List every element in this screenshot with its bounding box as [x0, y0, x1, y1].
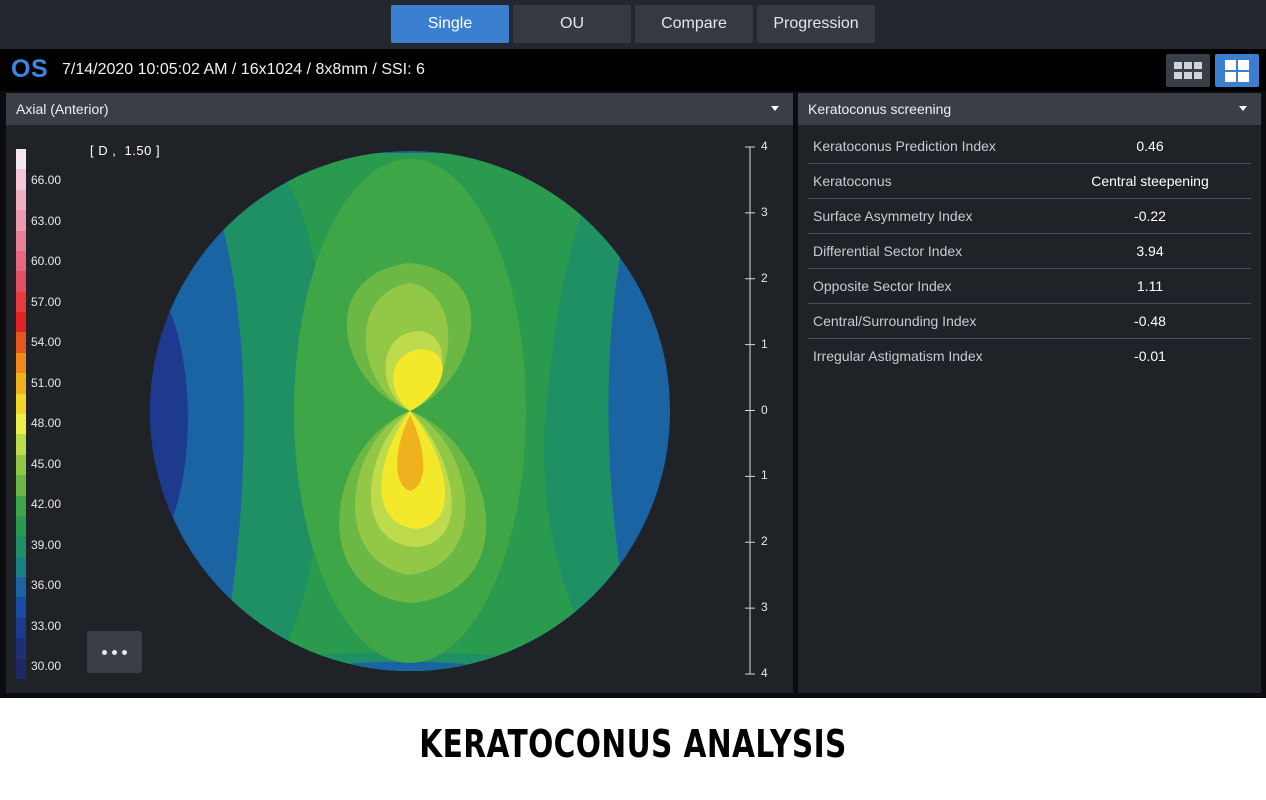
tab-compare[interactable]: Compare [635, 5, 753, 43]
table-row: Keratoconus Central steepening [808, 164, 1251, 199]
table-row: Keratoconus Prediction Index 0.46 [808, 129, 1251, 164]
eye-label: OS [11, 55, 49, 83]
app-window: Single OU Compare Progression OS 7/14/20… [0, 0, 1266, 698]
layout-quad-button[interactable] [1215, 54, 1259, 87]
table-row: Surface Asymmetry Index -0.22 [808, 199, 1251, 234]
index-name: Opposite Sector Index [813, 278, 952, 294]
analysis-type-dropdown[interactable]: Keratoconus screening [798, 93, 1261, 125]
index-value: 0.46 [1136, 138, 1164, 154]
page-caption: KERATOCONUS ANALYSIS [419, 722, 847, 766]
table-row: Differential Sector Index 3.94 [808, 234, 1251, 269]
topography-panel: Axial (Anterior) 66.00 63.00 60.00 57.00 54.… [6, 93, 793, 693]
ruler-tick-label: 2 [761, 270, 768, 285]
tab-ou[interactable]: OU [513, 5, 631, 43]
more-options-button[interactable] [87, 631, 142, 673]
scan-details: 7/14/2020 10:05:02 AM / 16x1024 / 8x8mm … [62, 61, 425, 78]
mode-tab-bar: Single OU Compare Progression [0, 0, 1266, 49]
chevron-down-icon [1239, 106, 1247, 111]
index-value: -0.22 [1134, 208, 1166, 224]
ruler-tick-label: 1 [761, 336, 768, 351]
table-row: Central/Surrounding Index -0.48 [808, 304, 1251, 339]
index-value: -0.01 [1134, 348, 1166, 364]
index-name: Keratoconus [813, 173, 892, 189]
index-value: 1.11 [1136, 278, 1164, 294]
grid-2x2-icon [1225, 59, 1249, 82]
index-value: -0.48 [1134, 313, 1166, 329]
index-name: Differential Sector Index [813, 243, 963, 259]
layout-grid-button[interactable] [1166, 54, 1210, 87]
ruler-tick-label: 4 [761, 666, 768, 680]
screening-table: Keratoconus Prediction Index 0.46 Kerato… [808, 129, 1251, 373]
index-value: 3.94 [1136, 243, 1164, 259]
grid-3x2-icon [1174, 61, 1202, 79]
ruler-tick-label: 1 [761, 468, 768, 483]
ruler-tick-label: 4 [761, 139, 768, 153]
index-name: Central/Surrounding Index [813, 313, 977, 329]
scan-info-bar: OS 7/14/2020 10:05:02 AM / 16x1024 / 8x8… [0, 49, 1266, 91]
more-dot [112, 649, 117, 655]
ruler-tick-label: 0 [761, 402, 768, 417]
analysis-type-label: Keratoconus screening [808, 101, 952, 117]
index-name: Keratoconus Prediction Index [813, 138, 996, 154]
index-value: Central steepening [1091, 173, 1209, 189]
more-horizontal-icon [102, 649, 107, 655]
axial-curvature-map[interactable] [6, 93, 793, 693]
screening-panel: Keratoconus screening Keratoconus Predic… [798, 93, 1261, 693]
index-name: Surface Asymmetry Index [813, 208, 973, 224]
ruler-tick-label: 3 [761, 600, 768, 615]
tab-single[interactable]: Single [391, 5, 509, 43]
ruler-tick-label: 2 [761, 534, 768, 549]
index-name: Irregular Astigmatism Index [813, 348, 983, 364]
more-dot [122, 649, 127, 655]
tab-progression[interactable]: Progression [757, 5, 875, 43]
ruler-tick-label: 3 [761, 204, 768, 219]
table-row: Opposite Sector Index 1.11 [808, 269, 1251, 304]
table-row: Irregular Astigmatism Index -0.01 [808, 339, 1251, 373]
